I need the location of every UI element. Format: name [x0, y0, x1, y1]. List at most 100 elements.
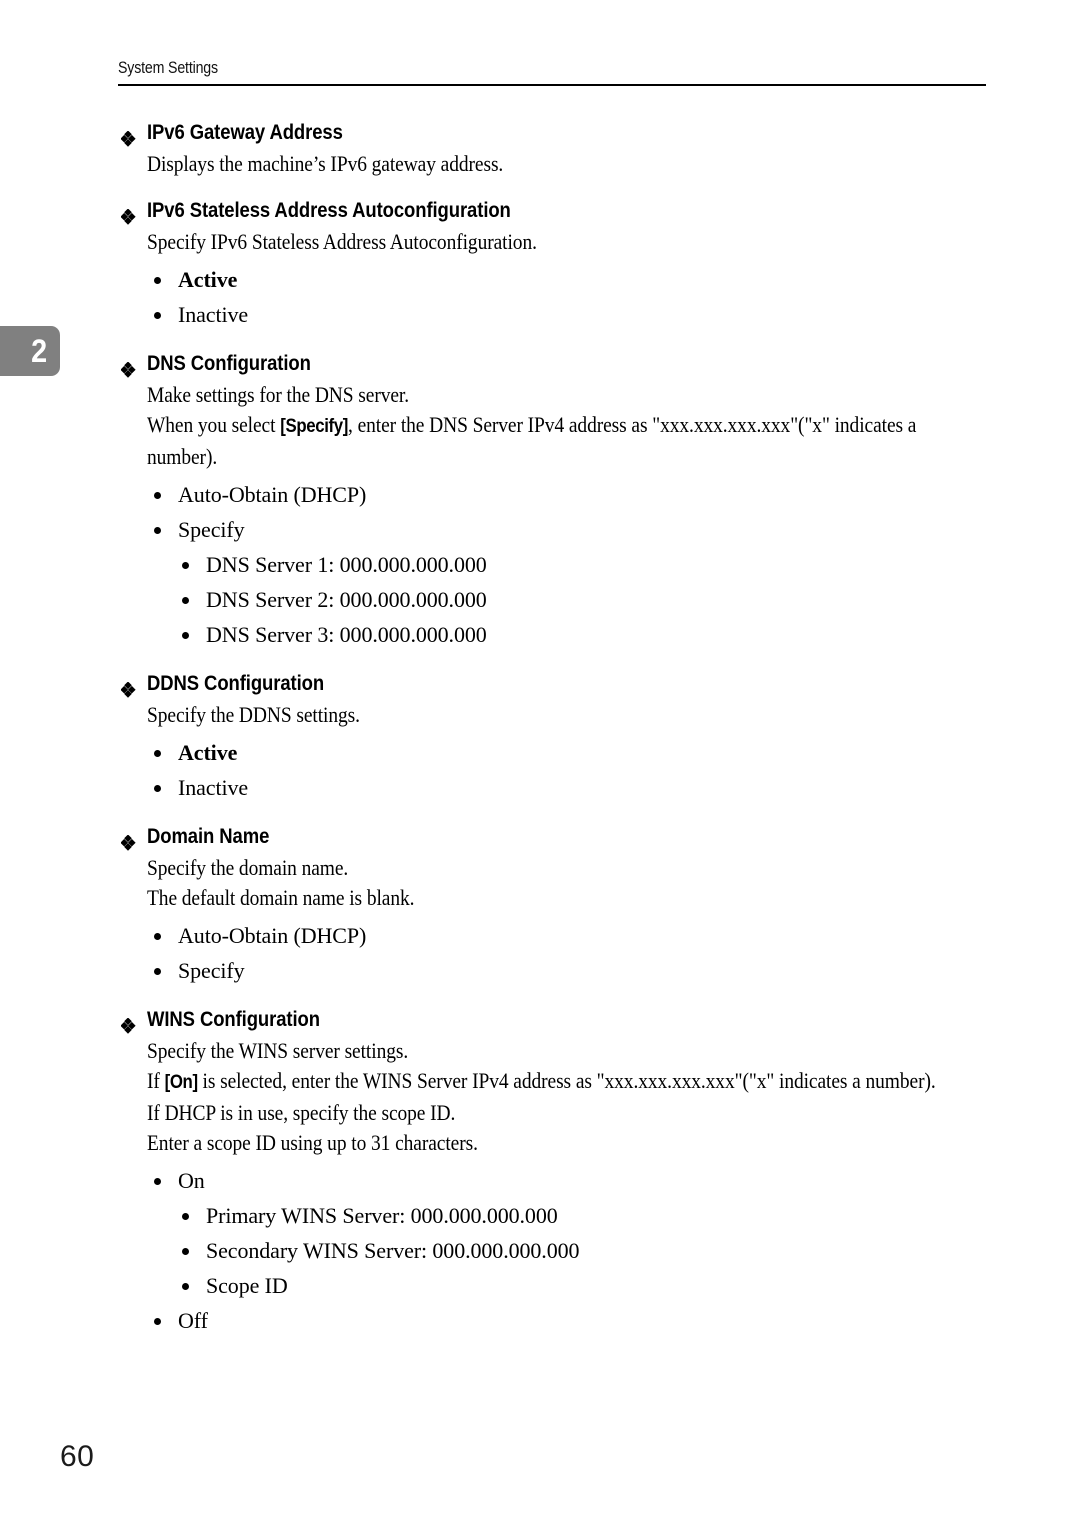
- diamond-bullet-icon: [120, 1013, 138, 1034]
- section-heading-label: IPv6 Stateless Address Autoconfiguration: [147, 199, 511, 222]
- section-paragraph: Enter a scope ID using up to 31 characte…: [118, 1128, 988, 1158]
- page-number: 60: [60, 1440, 95, 1473]
- option-item-label: Inactive: [178, 302, 249, 327]
- section-heading: IPv6 Stateless Address Autoconfiguration: [118, 196, 988, 226]
- section-heading-label: DNS Configuration: [147, 352, 311, 375]
- option-subitem-label: Scope ID: [206, 1273, 288, 1298]
- bullet-icon: [182, 597, 189, 604]
- section-paragraph-with-key: If [On] is selected, enter the WINS Serv…: [118, 1066, 988, 1098]
- option-item: Inactive: [118, 297, 988, 332]
- bullet-icon: [154, 933, 161, 940]
- key-token: [Specify]: [280, 416, 349, 437]
- bullet-icon: [154, 1178, 161, 1185]
- option-list: Active Inactive: [118, 735, 988, 805]
- option-subitem: Scope ID: [118, 1268, 988, 1303]
- option-subitem: DNS Server 2: 000.000.000.000: [118, 582, 988, 617]
- bullet-icon: [182, 1248, 189, 1255]
- option-item: Specify: [118, 953, 988, 988]
- chapter-tab: 2: [0, 326, 60, 376]
- paragraph-text: Specify IPv6 Stateless Address Autoconfi…: [147, 229, 537, 254]
- option-item: Auto-Obtain (DHCP): [118, 477, 988, 512]
- paragraph-text-after: is selected, enter the WINS Server IPv4 …: [197, 1068, 936, 1093]
- paragraph-text: Displays the machine’s IPv6 gateway addr…: [147, 151, 504, 176]
- section: DDNS Configuration Specify the DDNS setti…: [118, 669, 988, 805]
- section: Domain Name Specify the domain name. The d…: [118, 822, 988, 988]
- diamond-bullet-icon: [120, 357, 138, 378]
- option-item: Inactive: [118, 770, 988, 805]
- paragraph-text: Enter a scope ID using up to 31 characte…: [147, 1130, 478, 1155]
- option-sublist: Primary WINS Server: 000.000.000.000 Seco…: [118, 1198, 988, 1303]
- bullet-icon: [182, 1283, 189, 1290]
- option-item: Active: [118, 262, 988, 297]
- section-paragraph: Specify the DDNS settings.: [118, 700, 988, 730]
- chapter-tab-number: 2: [31, 333, 48, 369]
- option-item-label: Auto-Obtain (DHCP): [178, 923, 367, 948]
- bullet-icon: [154, 527, 161, 534]
- option-subitem-label: Secondary WINS Server: 000.000.000.000: [206, 1238, 580, 1263]
- section-heading: DDNS Configuration: [118, 669, 988, 699]
- option-item: Specify: [118, 512, 988, 547]
- section: WINS Configuration Specify the WINS serve…: [118, 1005, 988, 1338]
- section-heading: IPv6 Gateway Address: [118, 118, 988, 148]
- option-item-label: Active: [178, 267, 238, 292]
- option-subitem-label: DNS Server 2: 000.000.000.000: [206, 587, 487, 612]
- diamond-bullet-icon: [120, 830, 138, 851]
- section-paragraph: Specify IPv6 Stateless Address Autoconfi…: [118, 227, 988, 257]
- bullet-icon: [154, 1318, 161, 1325]
- paragraph-text: Specify the domain name.: [147, 855, 349, 880]
- option-subitem: DNS Server 1: 000.000.000.000: [118, 547, 988, 582]
- section-heading-label: Domain Name: [147, 825, 270, 848]
- section: IPv6 Stateless Address Autoconfiguration…: [118, 196, 988, 332]
- section-paragraph: Specify the domain name.: [118, 853, 988, 883]
- section-heading-label: WINS Configuration: [147, 1008, 320, 1031]
- option-subitem: DNS Server 3: 000.000.000.000: [118, 617, 988, 652]
- section: DNS Configuration Make settings for the D…: [118, 349, 988, 652]
- bullet-icon: [182, 1213, 189, 1220]
- option-subitem-label: DNS Server 3: 000.000.000.000: [206, 622, 487, 647]
- option-item-label: On: [178, 1168, 205, 1193]
- bullet-icon: [182, 632, 189, 639]
- option-item-label: Inactive: [178, 775, 249, 800]
- section-paragraph: Make settings for the DNS server.: [118, 380, 988, 410]
- bullet-icon: [154, 785, 161, 792]
- bullet-icon: [154, 312, 161, 319]
- section-heading-label: IPv6 Gateway Address: [147, 121, 343, 144]
- option-item: On: [118, 1163, 988, 1198]
- diamond-bullet-icon: [120, 677, 138, 698]
- option-item-label: Active: [178, 740, 238, 765]
- option-item-label: Off: [178, 1308, 208, 1333]
- option-item-label: Specify: [178, 517, 245, 542]
- option-list: On Primary WINS Server: 000.000.000.000 Se…: [118, 1163, 988, 1338]
- option-sublist: DNS Server 1: 000.000.000.000 DNS Server …: [118, 547, 988, 652]
- option-item-label: Auto-Obtain (DHCP): [178, 482, 367, 507]
- option-item: Auto-Obtain (DHCP): [118, 918, 988, 953]
- bullet-icon: [154, 968, 161, 975]
- section-paragraph: If DHCP is in use, specify the scope ID.: [118, 1098, 988, 1128]
- option-item-label: Specify: [178, 958, 245, 983]
- paragraph-text-before: If: [147, 1068, 165, 1093]
- bullet-icon: [154, 492, 161, 499]
- section-paragraph: Specify the WINS server settings.: [118, 1036, 988, 1066]
- diamond-bullet-icon: [120, 204, 138, 225]
- section-paragraph: The default domain name is blank.: [118, 883, 988, 913]
- paragraph-text: The default domain name is blank.: [147, 885, 415, 910]
- bullet-icon: [154, 277, 161, 284]
- option-item: Active: [118, 735, 988, 770]
- paragraph-text: Specify the DDNS settings.: [147, 702, 360, 727]
- running-header: System Settings: [118, 58, 986, 86]
- paragraph-text: When you select [Specify], enter the DNS…: [147, 410, 988, 472]
- paragraph-text-before: When you select: [147, 412, 281, 437]
- section-heading: WINS Configuration: [118, 1005, 988, 1035]
- page-content: IPv6 Gateway Address Displays the machine…: [118, 118, 988, 1338]
- option-subitem: Secondary WINS Server: 000.000.000.000: [118, 1233, 988, 1268]
- key-token: [On]: [164, 1072, 199, 1093]
- section-heading: DNS Configuration: [118, 349, 988, 379]
- section-heading: Domain Name: [118, 822, 988, 852]
- option-list: Auto-Obtain (DHCP) Specify: [118, 918, 988, 988]
- section-paragraph: Displays the machine’s IPv6 gateway addr…: [118, 149, 988, 179]
- option-list: Auto-Obtain (DHCP) Specify DNS Server 1: 0…: [118, 477, 988, 652]
- paragraph-text: If DHCP is in use, specify the scope ID.: [147, 1100, 456, 1125]
- paragraph-text: Specify the WINS server settings.: [147, 1038, 409, 1063]
- option-subitem: Primary WINS Server: 000.000.000.000: [118, 1198, 988, 1233]
- bullet-icon: [182, 562, 189, 569]
